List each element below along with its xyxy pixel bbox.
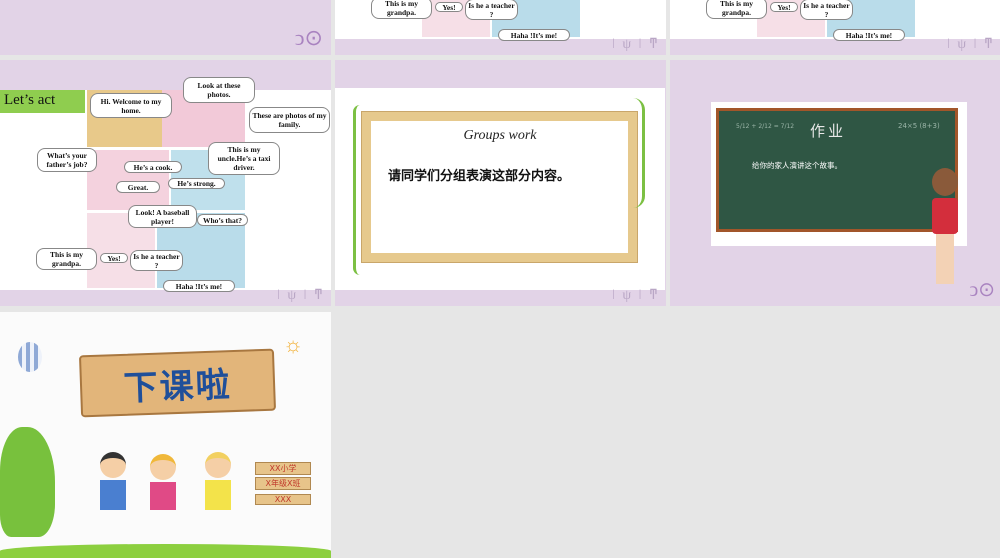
slide-thumbnail[interactable]: Let’s act Hi. Welcome to my home. Look a… (0, 60, 331, 306)
speech-bubble: Is he a teacher ? (800, 0, 853, 20)
slide-thumbnail[interactable]: Let’s act Hi. Welcome to my home. Look a… (335, 0, 666, 55)
speech-bubble: Is he a teacher ? (130, 250, 183, 271)
speech-bubble: Yes! (100, 253, 128, 263)
speech-bubble: What’s your father’s job? (37, 148, 97, 172)
swirl-decoration-icon: ↄ⊙ (294, 25, 323, 50)
chalk-math: 5/12 + 2/12 = 7/12 (736, 123, 795, 130)
sign-text: X年级X班 (255, 477, 311, 490)
speech-bubble: Who’s that? (197, 214, 248, 226)
slide-thumbnail[interactable]: ↄ⊙ (0, 0, 331, 55)
slide-thumbnail[interactable]: 作业 5/12 + 2/12 = 7/12 24×5 (8+3) 给你的家人演讲… (670, 60, 1000, 306)
speech-bubble: Is he a teacher ? (465, 0, 518, 20)
slide-title: 下课啦 (122, 364, 233, 409)
signpost: XX小学 X年级X班 XXX (255, 462, 311, 514)
slide-title: Groups work (463, 128, 537, 143)
decoration-icon: ǀ ψ ǀ ͳ (277, 288, 325, 303)
slide-title: Let’s act (0, 90, 85, 113)
balloon-icon (18, 342, 42, 372)
sun-icon: ☼ (283, 332, 304, 357)
decoration-icon: ǀ ψ ǀ ͳ (612, 288, 660, 303)
children-illustration (95, 452, 250, 527)
speech-bubble: Hi. Welcome to my home. (90, 93, 172, 118)
speech-bubble: Haha !It’s me! (498, 29, 570, 41)
sign-text: XX小学 (255, 462, 311, 475)
swirl-decoration-icon: ↄ⊙ (969, 279, 995, 301)
speech-bubble: Yes! (770, 2, 798, 12)
speech-bubble: This is my grandpa. (36, 248, 97, 270)
speech-bubble: This is my uncle.He’s a taxi driver. (208, 142, 280, 175)
slide-title: 作业 (810, 122, 847, 140)
teacher-illustration (932, 168, 958, 196)
speech-bubble: Look! A baseball player! (128, 205, 197, 228)
vine-decoration (605, 98, 645, 208)
speech-bubble: Look at these photos. (183, 77, 255, 103)
teacher-illustration (932, 198, 958, 234)
decoration-icon: ǀ ψ ǀ ͳ (612, 37, 660, 52)
teacher-illustration (936, 234, 954, 284)
decoration-icon: ǀ ψ ǀ ͳ (947, 37, 995, 52)
speech-bubble: Great. (116, 181, 160, 193)
slide-thumbnail[interactable]: Groups work 请同学们分组表演这部分内容。 ǀ ψ ǀ ͳ (335, 60, 666, 306)
chalk-math: 24×5 (8+3) (898, 122, 940, 130)
slide-thumbnail[interactable]: ☼ 下课啦 XX小学 X年级X班 XXX (0, 312, 331, 558)
slide-text: 请同学们分组表演这部分内容。 (388, 169, 571, 184)
speech-bubble: Haha !It’s me! (163, 280, 235, 292)
speech-bubble: This is my grandpa. (706, 0, 767, 19)
tree-illustration (0, 427, 55, 537)
sign-text: XXX (255, 494, 311, 505)
speech-bubble: He’s strong. (168, 178, 225, 189)
wooden-sign: 下课啦 (78, 348, 277, 418)
speech-bubble: He’s a cook. (124, 161, 182, 173)
comic-panel (87, 150, 169, 210)
slide-thumbnail[interactable]: Let’s act Hi. Welcome to my home. Look a… (670, 0, 1000, 55)
speech-bubble: Yes! (435, 2, 463, 12)
speech-bubble: Haha !It’s me! (833, 29, 905, 41)
slide-text: 给你的家人演讲这个故事。 (752, 161, 842, 170)
speech-bubble: These are photos of my family. (249, 107, 330, 133)
speech-bubble: This is my grandpa. (371, 0, 432, 19)
